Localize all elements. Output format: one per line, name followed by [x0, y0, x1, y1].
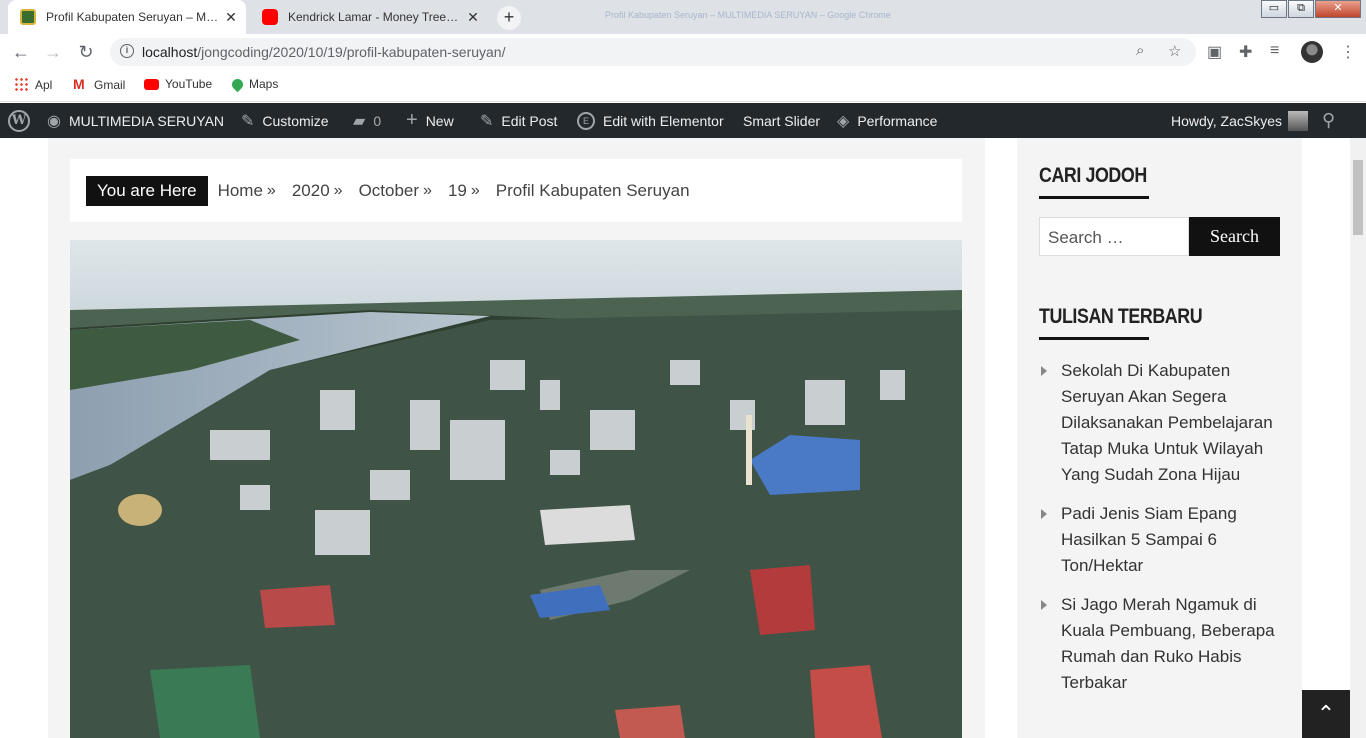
pencil-icon: ✎: [480, 112, 494, 130]
edit-elementor-link[interactable]: E Edit with Elementor: [577, 103, 724, 138]
reload-icon[interactable]: ↻: [75, 41, 97, 63]
bookmark-apps[interactable]: Apl: [14, 77, 52, 92]
performance-link[interactable]: ◈ Performance: [837, 103, 937, 138]
apps-grid-icon: [14, 77, 29, 92]
url-text[interactable]: localhost/jongcoding/2020/10/19/profil-k…: [142, 44, 505, 60]
url-bar[interactable]: i localhost/jongcoding/2020/10/19/profil…: [110, 38, 1196, 66]
minimize-button[interactable]: ▭: [1261, 0, 1287, 18]
bookmark-gmail[interactable]: M Gmail: [73, 77, 125, 92]
performance-icon: ◈: [837, 112, 850, 130]
page-content: You are Here Home» 2020» October» 19» Pr…: [0, 138, 1350, 738]
smart-slider-link[interactable]: Smart Slider: [743, 103, 820, 138]
new-content-link[interactable]: + New: [406, 103, 454, 138]
customize-link[interactable]: ✎ Customize: [241, 103, 329, 138]
bookmark-star-icon[interactable]: ☆: [1168, 42, 1181, 60]
breadcrumb-home[interactable]: Home: [218, 181, 263, 201]
back-arrow-icon[interactable]: ←: [10, 41, 32, 63]
my-account-link[interactable]: Howdy, ZacSkyes: [1171, 103, 1308, 138]
title-underline: [1039, 337, 1149, 340]
edit-post-link[interactable]: ✎ Edit Post: [480, 103, 557, 138]
youtube-icon: [144, 78, 159, 90]
breadcrumb-day[interactable]: 19: [448, 181, 467, 201]
extensions-puzzle-icon[interactable]: ✚: [1239, 42, 1252, 62]
close-tab-icon[interactable]: ✕: [220, 9, 242, 26]
comment-icon: ▰: [353, 112, 366, 130]
maps-pin-icon: [229, 76, 246, 92]
user-avatar: [1288, 110, 1308, 131]
list-item[interactable]: Si Jago Merah Ngamuk di Kuala Pembuang, …: [1039, 592, 1289, 696]
site-info-icon[interactable]: i: [120, 44, 134, 58]
bullet-arrow-icon: [1041, 366, 1047, 376]
bookmark-maps[interactable]: Maps: [229, 76, 278, 92]
gmail-icon: M: [73, 76, 85, 92]
scrollbar-thumb[interactable]: [1353, 160, 1363, 235]
profile-avatar[interactable]: [1301, 41, 1323, 63]
search-button[interactable]: Search: [1189, 217, 1280, 256]
browser-tab-strip: Profil Kabupaten Seruyan – MULTIMEDIA SE…: [0, 0, 1366, 34]
wordpress-logo-icon[interactable]: W: [8, 103, 30, 138]
recent-posts-list: Sekolah Di Kabupaten Seruyan Akan Segera…: [1039, 358, 1289, 709]
youtube-favicon-icon: [262, 9, 278, 25]
breadcrumb-current: Profil Kabupaten Seruyan: [495, 180, 690, 200]
plus-icon: +: [406, 109, 418, 131]
cast-icon[interactable]: ▣: [1207, 42, 1222, 62]
tab-title: Kendrick Lamar - Money Trees (L: [288, 10, 462, 24]
breadcrumb-year[interactable]: 2020: [292, 181, 330, 201]
comments-link[interactable]: ▰ 0: [353, 103, 381, 138]
site-favicon-icon: [20, 9, 36, 25]
tab-title: Profil Kabupaten Seruyan – MULTIMEDIA SE…: [46, 10, 220, 24]
new-tab-button[interactable]: +: [497, 6, 521, 30]
browser-tab-active[interactable]: Profil Kabupaten Seruyan – MULTIMEDIA SE…: [8, 0, 246, 34]
bullet-arrow-icon: [1041, 600, 1047, 610]
media-queue-icon[interactable]: ≡: [1270, 42, 1279, 60]
title-underline: [1039, 196, 1149, 199]
recent-posts-title: TULISAN TERBARU: [1039, 305, 1203, 328]
bullet-arrow-icon: [1041, 509, 1047, 519]
brush-icon: ✎: [241, 112, 255, 130]
browser-tab-youtube[interactable]: Kendrick Lamar - Money Trees (L ✕: [250, 0, 488, 34]
forward-arrow-icon[interactable]: →: [42, 41, 64, 63]
breadcrumb-month[interactable]: October: [359, 181, 419, 201]
admin-search-icon[interactable]: ⚲: [1322, 103, 1335, 138]
bookmarks-bar: Apl M Gmail YouTube Maps: [0, 70, 1366, 102]
maximize-button[interactable]: ⧉: [1288, 0, 1314, 18]
featured-image: [70, 240, 962, 738]
site-name-link[interactable]: ◉ MULTIMEDIA SERUYAN: [47, 103, 224, 138]
search-widget-title: CARI JODOH: [1039, 164, 1147, 187]
address-toolbar: ← → ↻ i localhost/jongcoding/2020/10/19/…: [0, 34, 1366, 70]
breadcrumb: You are Here Home» 2020» October» 19» Pr…: [70, 159, 962, 222]
dashboard-icon: ◉: [47, 112, 61, 130]
list-item[interactable]: Padi Jenis Siam Epang Hasilkan 5 Sampai …: [1039, 501, 1289, 579]
zoom-icon[interactable]: ⌕: [1136, 42, 1144, 59]
elementor-icon: E: [577, 111, 595, 130]
list-item[interactable]: Sekolah Di Kabupaten Seruyan Akan Segera…: [1039, 358, 1289, 488]
close-window-button[interactable]: ✕: [1315, 0, 1361, 18]
bookmark-youtube[interactable]: YouTube: [144, 77, 212, 91]
breadcrumb-here-label: You are Here: [86, 175, 208, 206]
page-scrollbar[interactable]: [1350, 138, 1366, 738]
close-tab-icon[interactable]: ✕: [462, 9, 484, 26]
window-title: Profil Kabupaten Seruyan – MULTIMEDIA SE…: [605, 10, 891, 20]
back-to-top-button[interactable]: ⌃: [1302, 690, 1350, 738]
search-input[interactable]: Search …: [1039, 217, 1189, 256]
menu-kebab-icon[interactable]: ⋮: [1340, 42, 1356, 62]
wp-admin-bar: W ◉ MULTIMEDIA SERUYAN ✎ Customize ▰ 0 + New…: [0, 103, 1366, 138]
